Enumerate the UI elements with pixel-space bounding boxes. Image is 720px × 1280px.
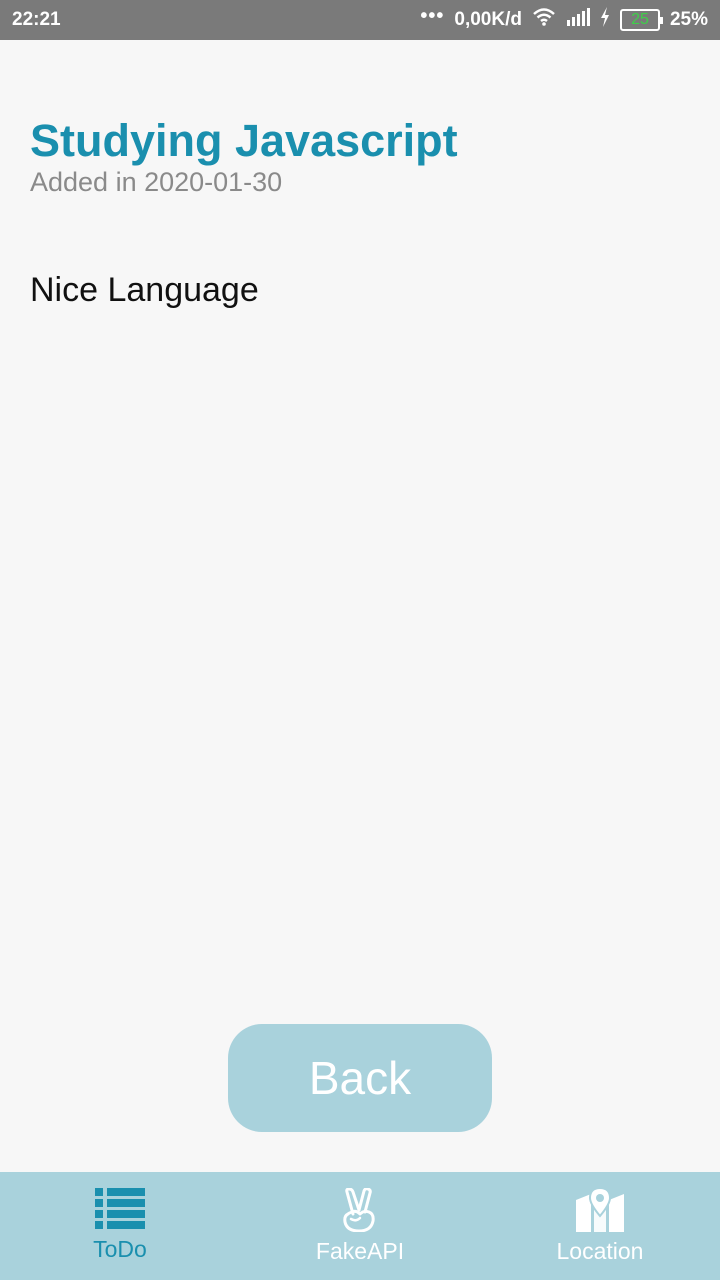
todo-title: Studying Javascript [30,115,458,166]
tab-fakeapi[interactable]: FakeAPI [240,1172,480,1280]
todo-detail: Studying Javascript Added in 2020-01-30 … [30,110,690,312]
tab-location-label: Location [556,1238,644,1264]
charging-icon [600,7,610,33]
tab-todo[interactable]: ToDo [0,1172,240,1280]
back-button[interactable]: Back [228,1024,492,1132]
tab-location[interactable]: Location [480,1172,720,1280]
todo-description: Nice Language [30,271,259,309]
map-pin-icon [575,1188,625,1232]
status-time: 22:21 [12,9,61,30]
more-dots-icon: ••• [420,4,445,27]
tab-fakeapi-label: FakeAPI [315,1238,405,1264]
network-speed: 0,00K/d [454,9,522,30]
list-icon [95,1188,145,1230]
battery-icon: 25 [619,9,663,31]
bottom-tab-bar: ToDo FakeAPI Location [0,1172,720,1280]
status-indicators: ••• 0,00K/d 25 25% [420,4,708,33]
battery-level: 25 [631,11,649,28]
peace-hand-icon [340,1188,380,1232]
status-bar: 22:21 ••• 0,00K/d 25 25% [0,0,720,40]
tab-todo-label: ToDo [93,1236,147,1262]
wifi-icon [532,7,556,33]
signal-icon [566,8,590,32]
battery-percent: 25% [669,9,708,30]
